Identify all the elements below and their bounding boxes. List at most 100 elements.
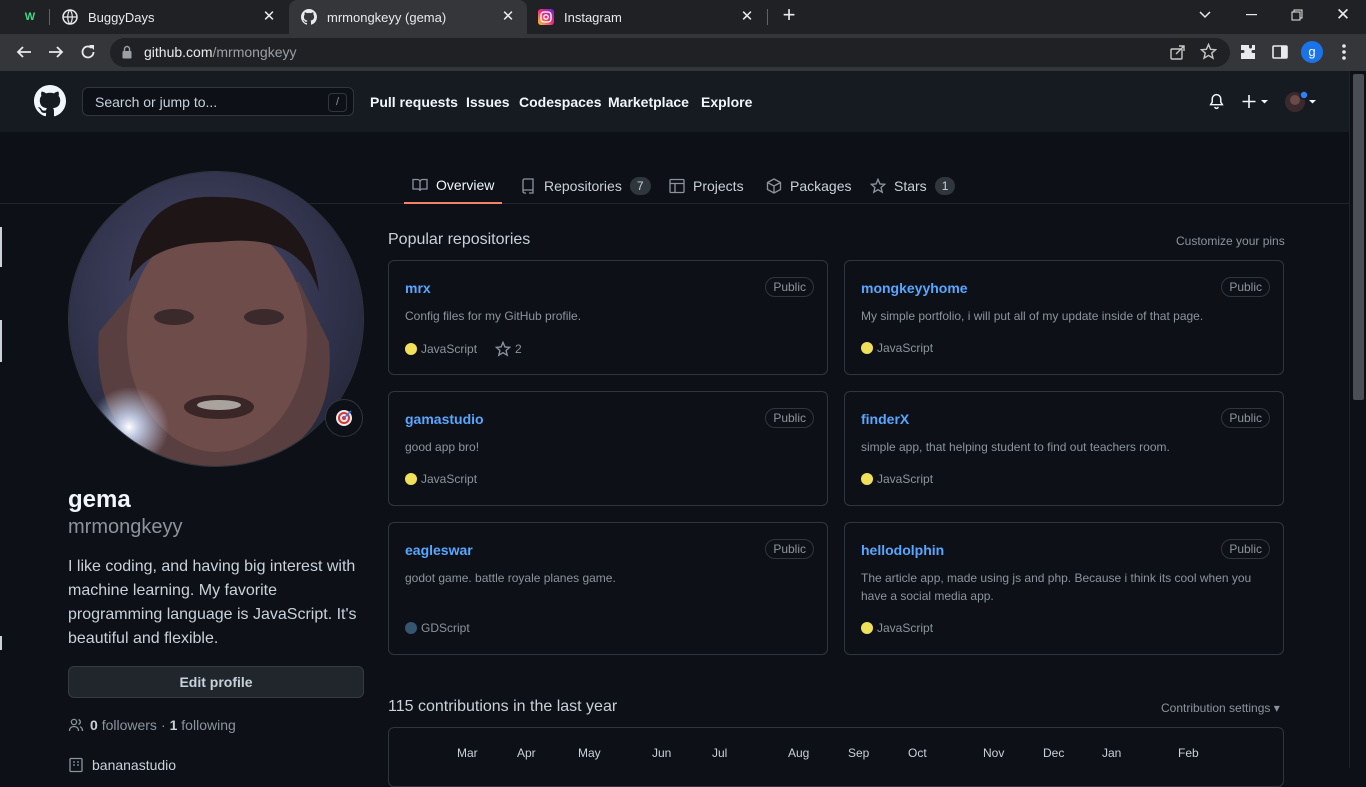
month-label: Apr: [517, 746, 536, 760]
nav-pull-requests[interactable]: Pull requests: [370, 94, 458, 110]
repo-description: The article app, made using js and php. …: [861, 571, 1252, 603]
repo-name-link[interactable]: eagleswar: [405, 542, 473, 558]
close-window-button[interactable]: ✕: [1320, 0, 1366, 30]
browser-tab-pinned[interactable]: W: [8, 0, 48, 34]
language-color-dot: [405, 473, 417, 485]
people-icon: [68, 718, 84, 732]
stars-count: 1: [934, 177, 956, 195]
back-arrow-icon[interactable]: [10, 38, 38, 66]
tab-packages[interactable]: Packages: [766, 168, 851, 204]
side-panel-icon[interactable]: [1266, 38, 1294, 66]
repo-card: eagleswar Public godot game. battle roya…: [388, 522, 828, 655]
tab-title: BuggyDays: [88, 9, 155, 25]
browser-profile-avatar[interactable]: g: [1298, 38, 1326, 66]
close-tab-icon[interactable]: ✕: [260, 8, 278, 26]
tab-title: Instagram: [564, 9, 622, 25]
nav-explore[interactable]: Explore: [701, 94, 752, 110]
profile-name: gema: [68, 486, 131, 513]
star-icon: [870, 178, 886, 194]
month-label: May: [578, 746, 601, 760]
address-bar[interactable]: github.com/mrmongkeyy: [110, 38, 1230, 67]
month-label: Feb: [1178, 746, 1199, 760]
following-link[interactable]: 1 following: [170, 717, 236, 733]
repo-name-link[interactable]: finderX: [861, 411, 909, 427]
month-label: Jul: [712, 746, 728, 760]
nav-marketplace[interactable]: Marketplace: [608, 94, 689, 110]
repo-stars-link[interactable]: 2: [495, 341, 522, 357]
repo-name-link[interactable]: mrx: [405, 280, 431, 296]
instagram-favicon-icon: [538, 9, 554, 25]
tab-overview[interactable]: Overview: [404, 168, 503, 204]
star-icon: [495, 341, 512, 357]
create-new-plus-icon[interactable]: [1241, 93, 1271, 115]
minimize-button[interactable]: [1228, 0, 1274, 30]
new-tab-button[interactable]: +: [766, 0, 812, 30]
browser-toolbar: github.com/mrmongkeyy g: [0, 34, 1366, 71]
share-icon[interactable]: [1170, 44, 1186, 65]
edit-profile-button[interactable]: Edit profile: [68, 666, 364, 698]
tab-stars[interactable]: Stars 1: [870, 168, 956, 204]
status-dart-icon[interactable]: [325, 399, 363, 437]
tab-projects[interactable]: Projects: [669, 168, 744, 204]
reload-icon[interactable]: [74, 38, 102, 66]
visibility-badge: Public: [765, 539, 814, 559]
visibility-badge: Public: [1221, 408, 1270, 428]
nav-codespaces[interactable]: Codespaces: [519, 94, 601, 110]
customize-pins-link[interactable]: Customize your pins: [1176, 234, 1285, 248]
repo-language: JavaScript: [877, 621, 934, 635]
notification-bell-icon[interactable]: [1208, 93, 1225, 115]
repo-name-link[interactable]: gamastudio: [405, 411, 484, 427]
browser-tab-github[interactable]: mrmongkeyy (gema) ✕: [289, 0, 527, 34]
month-label: Mar: [457, 746, 478, 760]
close-tab-icon[interactable]: ✕: [738, 8, 756, 26]
visibility-badge: Public: [1221, 277, 1270, 297]
popular-repositories-heading: Popular repositories: [388, 231, 531, 248]
repo-language: JavaScript: [877, 341, 934, 355]
browser-tabstrip: W BuggyDays ✕ mrmongkeyy (gema) ✕ Instag…: [0, 0, 1366, 34]
tab-title: mrmongkeyy (gema): [327, 9, 447, 25]
tab-search-chevron-icon[interactable]: [1182, 0, 1228, 30]
month-label: Sep: [848, 746, 870, 760]
repositories-count: 7: [629, 177, 651, 195]
lock-icon: [122, 45, 132, 59]
bookmark-star-icon[interactable]: [1199, 42, 1218, 65]
page-scrollbar[interactable]: [1349, 71, 1366, 768]
repo-card: mrx Public Config files for my GitHub pr…: [388, 260, 828, 375]
repo-card: gamastudio Public good app bro! JavaScri…: [388, 391, 828, 506]
visibility-badge: Public: [1221, 539, 1270, 559]
repo-name-link[interactable]: hellodolphin: [861, 542, 944, 558]
book-icon: [412, 178, 428, 192]
search-input[interactable]: Search or jump to... /: [82, 87, 354, 116]
followers-link[interactable]: 0 followers: [90, 717, 157, 733]
contributions-heading: 115 contributions in the last year: [388, 698, 618, 715]
globe-icon: [62, 9, 78, 25]
restore-button[interactable]: [1274, 0, 1320, 30]
repo-description: My simple portfolio, i will put all of m…: [861, 309, 1204, 323]
profile-avatar[interactable]: [68, 171, 364, 467]
nav-issues[interactable]: Issues: [466, 94, 510, 110]
repo-icon: [522, 178, 534, 194]
organization-icon: [69, 757, 83, 773]
user-menu-avatar[interactable]: [1285, 90, 1319, 118]
tab-repositories[interactable]: Repositories 7: [520, 168, 651, 204]
repo-card: hellodolphin Public The article app, mad…: [844, 522, 1284, 655]
repo-description: Config files for my GitHub profile.: [405, 309, 582, 323]
contribution-settings-dropdown[interactable]: Contribution settings ▾: [1161, 701, 1280, 715]
close-tab-icon[interactable]: ✕: [499, 8, 517, 26]
repo-name-link[interactable]: mongkeyyhome: [861, 280, 968, 296]
repo-card: mongkeyyhome Public My simple portfolio,…: [844, 260, 1284, 375]
github-logo-icon[interactable]: [34, 85, 67, 122]
repo-description: simple app, that helping student to find…: [861, 440, 1170, 454]
browser-tab-buggydays[interactable]: BuggyDays ✕: [52, 0, 288, 34]
browser-menu-icon[interactable]: [1330, 38, 1358, 66]
repo-language: JavaScript: [877, 472, 934, 486]
visibility-badge: Public: [765, 408, 814, 428]
repo-language: GDScript: [421, 621, 470, 635]
forward-arrow-icon[interactable]: [42, 38, 70, 66]
browser-tab-instagram[interactable]: Instagram ✕: [528, 0, 766, 34]
url-text: github.com/mrmongkeyy: [144, 44, 297, 60]
extensions-puzzle-icon[interactable]: [1234, 38, 1262, 66]
contribution-calendar: Mar Apr May Jun Jul Aug Sep Oct Nov Dec …: [388, 727, 1284, 787]
language-color-dot: [861, 473, 873, 485]
language-color-dot: [861, 342, 873, 354]
